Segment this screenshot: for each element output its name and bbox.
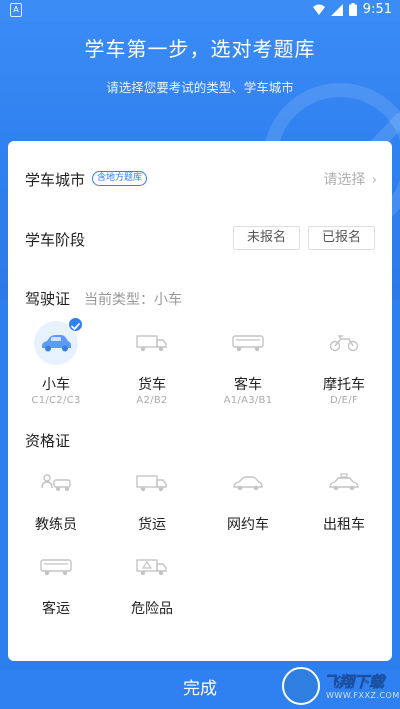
qualification-option-ride-hailing[interactable]: 网约车: [200, 461, 296, 534]
local-bank-tag: 含地方题库: [92, 171, 148, 186]
city-select-label: 请选择: [323, 172, 366, 188]
selected-check-icon: [68, 317, 83, 332]
qualification-option-name: 教练员: [35, 517, 77, 533]
watermark-url: WWW.FXXZ.COM: [326, 691, 400, 700]
not-registered-button[interactable]: 未报名: [233, 226, 300, 250]
qualification-option-name: 网约车: [227, 517, 269, 533]
motorcycle-icon: [329, 335, 359, 352]
qualification-option-name: 出租车: [323, 517, 365, 533]
motorcycle-icon-wrap: [322, 321, 366, 365]
qualification-option-hazmat[interactable]: 危险品: [104, 545, 200, 618]
city-label: 学车城市: [25, 171, 86, 189]
status-bar: A 9:51: [0, 0, 400, 22]
coach-icon-wrap: [34, 461, 78, 505]
bus-icon-wrap: [226, 321, 270, 365]
freight-icon-wrap: [130, 461, 174, 505]
stage-label: 学车阶段: [25, 231, 86, 249]
car-icon-wrap: [34, 317, 83, 365]
passenger-bus-icon: [40, 559, 72, 576]
license-option-motorcycle[interactable]: 摩托车 D/E/F: [296, 321, 392, 406]
registered-button[interactable]: 已报名: [308, 226, 375, 250]
license-option-truck[interactable]: 货车 A2/B2: [104, 321, 200, 406]
license-option-bus[interactable]: 客车 A1/A3/B1: [200, 321, 296, 406]
license-option-classes: C1/C2/C3: [31, 395, 81, 406]
taxi-icon-wrap: [322, 461, 366, 505]
coach-car-icon: [41, 474, 71, 491]
truck-icon: [136, 335, 167, 352]
qualification-option-freight[interactable]: 货运: [104, 461, 200, 534]
bus-icon: [232, 335, 264, 352]
battery-icon: [348, 3, 357, 16]
license-option-classes: D/E/F: [329, 395, 358, 406]
qualification-option-passenger[interactable]: 客运: [8, 545, 104, 618]
license-option-name: 摩托车: [323, 377, 365, 393]
license-section-title: 驾驶证: [25, 290, 71, 308]
qualification-option-name: 危险品: [131, 601, 173, 617]
ride-hailing-car-icon: [233, 476, 263, 491]
qualification-option-coach[interactable]: 教练员: [8, 461, 104, 534]
freight-truck-icon: [136, 475, 167, 492]
license-option-car[interactable]: 小车 C1/C2/C3: [8, 317, 104, 406]
qualification-option-taxi[interactable]: 出租车: [296, 461, 392, 534]
qualification-option-name: 客运: [42, 601, 70, 617]
page-title: 学车第一步，选对考题库: [84, 37, 316, 61]
clock: 9:51: [362, 2, 392, 17]
page-subtitle: 请选择您要考试的类型、学车城市: [106, 80, 294, 95]
city-row[interactable]: 学车城市 含地方题库 请选择 ›: [8, 159, 392, 199]
stage-row: 学车阶段 未报名 已报名: [8, 223, 392, 253]
ride-hailing-icon-wrap: [226, 461, 270, 505]
selection-card: 学车城市 含地方题库 请选择 › 学车阶段 未报名 已报名 驾驶证 当前类型：小…: [8, 141, 392, 661]
license-option-name: 客车: [234, 377, 262, 393]
signal-icon: [330, 3, 343, 16]
taxi-icon: [329, 473, 359, 491]
license-option-name: 货车: [138, 377, 166, 393]
license-option-classes: A1/A3/B1: [223, 395, 273, 406]
chevron-right-icon: ›: [371, 173, 377, 188]
license-option-name: 小车: [42, 377, 70, 393]
city-select[interactable]: 请选择 ›: [323, 169, 377, 189]
notification-badge: A: [10, 3, 22, 17]
watermark-text: 飞翔下载: [324, 673, 385, 692]
passenger-icon-wrap: [34, 545, 78, 589]
watermark-logo-icon: [282, 667, 320, 705]
qualification-option-name: 货运: [138, 517, 166, 533]
wifi-icon: [312, 4, 325, 15]
current-type-label: 当前类型：小车: [84, 292, 182, 308]
qualification-section-title: 资格证: [25, 432, 71, 450]
license-option-classes: A2/B2: [136, 395, 168, 406]
car-icon: [42, 335, 71, 352]
truck-icon-wrap: [130, 321, 174, 365]
hazmat-icon-wrap: [130, 545, 174, 589]
watermark: 飞翔下载 WWW.FXXZ.COM: [282, 665, 399, 707]
hazmat-truck-icon: [136, 559, 167, 576]
